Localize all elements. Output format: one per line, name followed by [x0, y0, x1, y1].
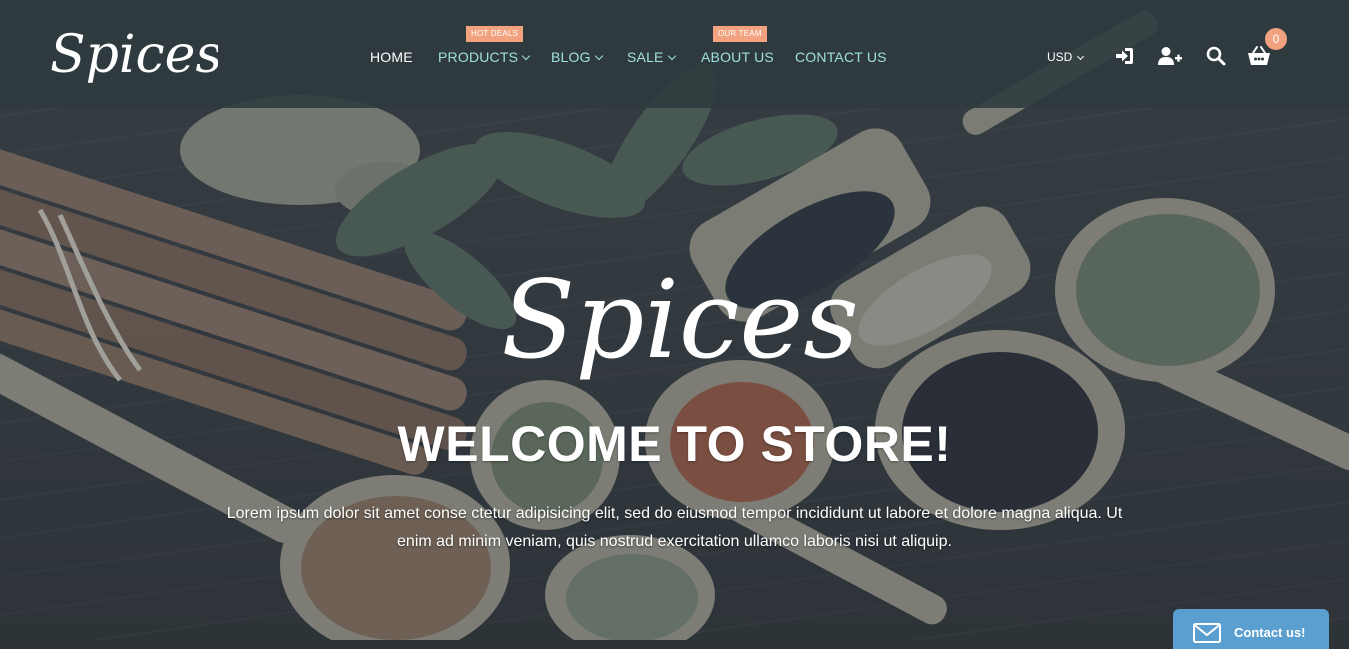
contact-us-widget[interactable]: Contact us! [1173, 609, 1329, 649]
nav-badge-our-team: OUR TEAM [713, 26, 767, 42]
mail-icon [1193, 623, 1221, 643]
nav-item-products[interactable]: HOT DEALS PRODUCTS [438, 26, 531, 65]
nav-item-about-us[interactable]: OUR TEAM ABOUT US [701, 26, 774, 65]
nav-item-about-us-label: ABOUT US [701, 49, 774, 65]
nav-item-contact-us-label: CONTACT US [795, 49, 887, 65]
add-user-icon[interactable] [1157, 45, 1183, 67]
nav-item-home-label: HOME [370, 49, 413, 65]
currency-selector[interactable]: USD [1047, 50, 1085, 64]
search-icon[interactable] [1205, 45, 1227, 67]
chevron-down-icon [1077, 52, 1085, 61]
hero-description-line-1: Lorem ipsum dolor sit amet conse ctetur … [226, 505, 1123, 522]
chevron-down-icon [594, 51, 603, 61]
nav-item-sale[interactable]: SALE [627, 49, 676, 65]
nav-item-sale-label: SALE [627, 49, 664, 65]
nav-item-contact-us[interactable]: CONTACT US [795, 49, 887, 65]
nav-item-blog[interactable]: BLOG [551, 49, 603, 65]
hero-script-title: Spices [501, 258, 859, 383]
site-header: Spices HOME HOT DEALS PRODUCTS BLOG SALE… [0, 0, 1349, 108]
hero-description-line-2: enim ad minim veniam, quis nostrud exerc… [397, 533, 952, 550]
nav-item-products-label: PRODUCTS [438, 49, 519, 65]
sign-in-icon[interactable] [1113, 45, 1135, 67]
hero-description: Lorem ipsum dolor sit amet conse ctetur … [150, 500, 1199, 556]
nav-badge-hot-deals: HOT DEALS [466, 26, 523, 42]
brand-logo[interactable]: Spices [48, 14, 218, 94]
nav-item-blog-label: BLOG [551, 49, 591, 65]
nav-item-home[interactable]: HOME [370, 49, 413, 65]
chevron-down-icon [521, 51, 531, 61]
hero-title: WELCOME TO STORE! [397, 416, 952, 472]
hero-script-title-text: Spices [501, 258, 859, 383]
currency-selector-value: USD [1047, 50, 1073, 64]
chevron-down-icon [667, 51, 676, 61]
cart-icon[interactable] [1247, 45, 1271, 67]
contact-us-widget-label: Contact us! [1234, 625, 1306, 640]
brand-logo-text: Spices [50, 25, 218, 85]
cart-count-badge: 0 [1265, 28, 1287, 50]
